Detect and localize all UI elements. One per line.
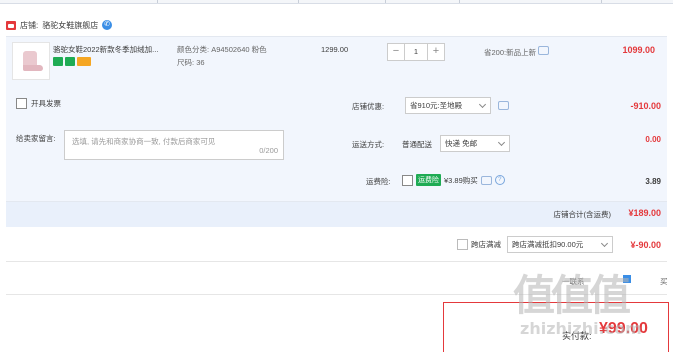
divider-tick xyxy=(385,0,386,3)
cross-discount-label: 跨店满减 xyxy=(471,240,501,249)
seller-message-input[interactable]: 选填, 请先和商家协商一致, 付款后商家可见 0/200 xyxy=(64,130,284,160)
insurance-info-icon[interactable] xyxy=(480,175,492,185)
size-attribute: 尺码: 36 xyxy=(177,58,205,67)
divider-tick xyxy=(298,0,299,3)
message-char-count: 0/200 xyxy=(259,146,278,155)
insurance-option[interactable]: 运费险 ¥3.89购买 ? xyxy=(402,174,505,186)
quantity-input[interactable]: 1 xyxy=(405,43,427,61)
divider-tick xyxy=(601,0,602,3)
cross-discount-option[interactable]: 跨店满减 xyxy=(457,239,501,250)
chevron-down-icon xyxy=(600,239,609,248)
shop-total-row: 店铺合计(含运费) ¥189.00 xyxy=(6,201,667,227)
chat-icon[interactable]: ✆ xyxy=(102,20,113,30)
watermark-logo: 值值值 xyxy=(513,271,631,320)
shop-name-link[interactable]: 骆驼女鞋旗舰店 xyxy=(42,20,98,31)
cross-discount-select[interactable]: 跨店满减抵扣90.00元 xyxy=(507,236,613,253)
insurance-amount: 3.89 xyxy=(645,177,661,186)
increase-button[interactable]: + xyxy=(427,43,445,61)
cross-discount-row: 跨店满减 跨店满减抵扣90.00元 ¥-90.00 xyxy=(6,230,667,262)
decrease-button[interactable]: − xyxy=(387,43,405,61)
service-tag-icon xyxy=(53,57,63,66)
item-promo: 省200:新品上新 xyxy=(484,46,550,58)
shop-icon xyxy=(6,20,16,30)
order-item-row: 骆驼女鞋2022新款冬季加绒加... 颜色分类: A94502640 粉色 尺码… xyxy=(6,36,667,87)
discount-info-icon[interactable] xyxy=(498,101,509,110)
service-tags xyxy=(53,57,91,66)
cross-discount-amount: ¥-90.00 xyxy=(630,240,661,250)
item-subtotal: 1099.00 xyxy=(622,45,655,55)
promo-info-icon[interactable] xyxy=(538,46,550,55)
product-title-link[interactable]: 骆驼女鞋2022新款冬季加绒加... xyxy=(53,44,171,55)
shop-discount-select[interactable]: 省910元:圣地殿 xyxy=(405,97,491,114)
top-divider xyxy=(0,0,673,4)
shipping-amount: 0.00 xyxy=(645,135,661,144)
shop-total-value: ¥189.00 xyxy=(628,208,661,218)
watermark-site: zhizhizhi.com xyxy=(520,319,642,338)
shop-header: 店铺: 骆驼女鞋旗舰店 ✆ xyxy=(6,14,113,36)
service-tag-icon xyxy=(65,57,75,66)
unit-price: 1299.00 xyxy=(321,45,349,54)
shop-discount-amount: -910.00 xyxy=(630,101,661,111)
color-attribute: 颜色分类: A94502640 粉色 xyxy=(177,45,267,54)
footer-right-text: 买 xyxy=(660,277,668,286)
insurance-checkbox[interactable] xyxy=(402,174,413,186)
quantity-stepper: − 1 + xyxy=(387,43,445,61)
insurance-badge: 运费险 xyxy=(416,174,441,186)
invoice-option[interactable]: 开具发票 xyxy=(16,98,61,109)
insurance-label: 运费险: xyxy=(366,177,391,186)
message-placeholder: 选填, 请先和商家协商一致, 付款后商家可见 xyxy=(72,137,216,146)
insurance-price: ¥3.89购买 xyxy=(444,175,478,185)
invoice-checkbox[interactable] xyxy=(16,98,27,109)
shop-discount-label: 店铺优惠: xyxy=(352,102,385,111)
cross-discount-checkbox[interactable] xyxy=(457,239,468,250)
service-tag-icon xyxy=(77,57,91,66)
product-thumbnail[interactable] xyxy=(12,42,50,80)
message-label: 给卖家留言: xyxy=(16,134,56,143)
shop-total-label: 店铺合计(含运费) xyxy=(553,210,612,219)
invoice-label: 开具发票 xyxy=(31,99,61,108)
shipping-label: 运送方式: xyxy=(352,140,385,149)
chevron-down-icon xyxy=(497,138,506,147)
chevron-down-icon xyxy=(478,100,487,109)
shipping-select[interactable]: 快递 免邮 xyxy=(440,135,510,152)
divider-tick xyxy=(157,0,158,3)
shop-label: 店铺: xyxy=(20,20,39,30)
shipping-type: 普通配送 xyxy=(402,140,432,149)
help-icon[interactable]: ? xyxy=(494,175,505,185)
divider-tick xyxy=(459,0,460,3)
